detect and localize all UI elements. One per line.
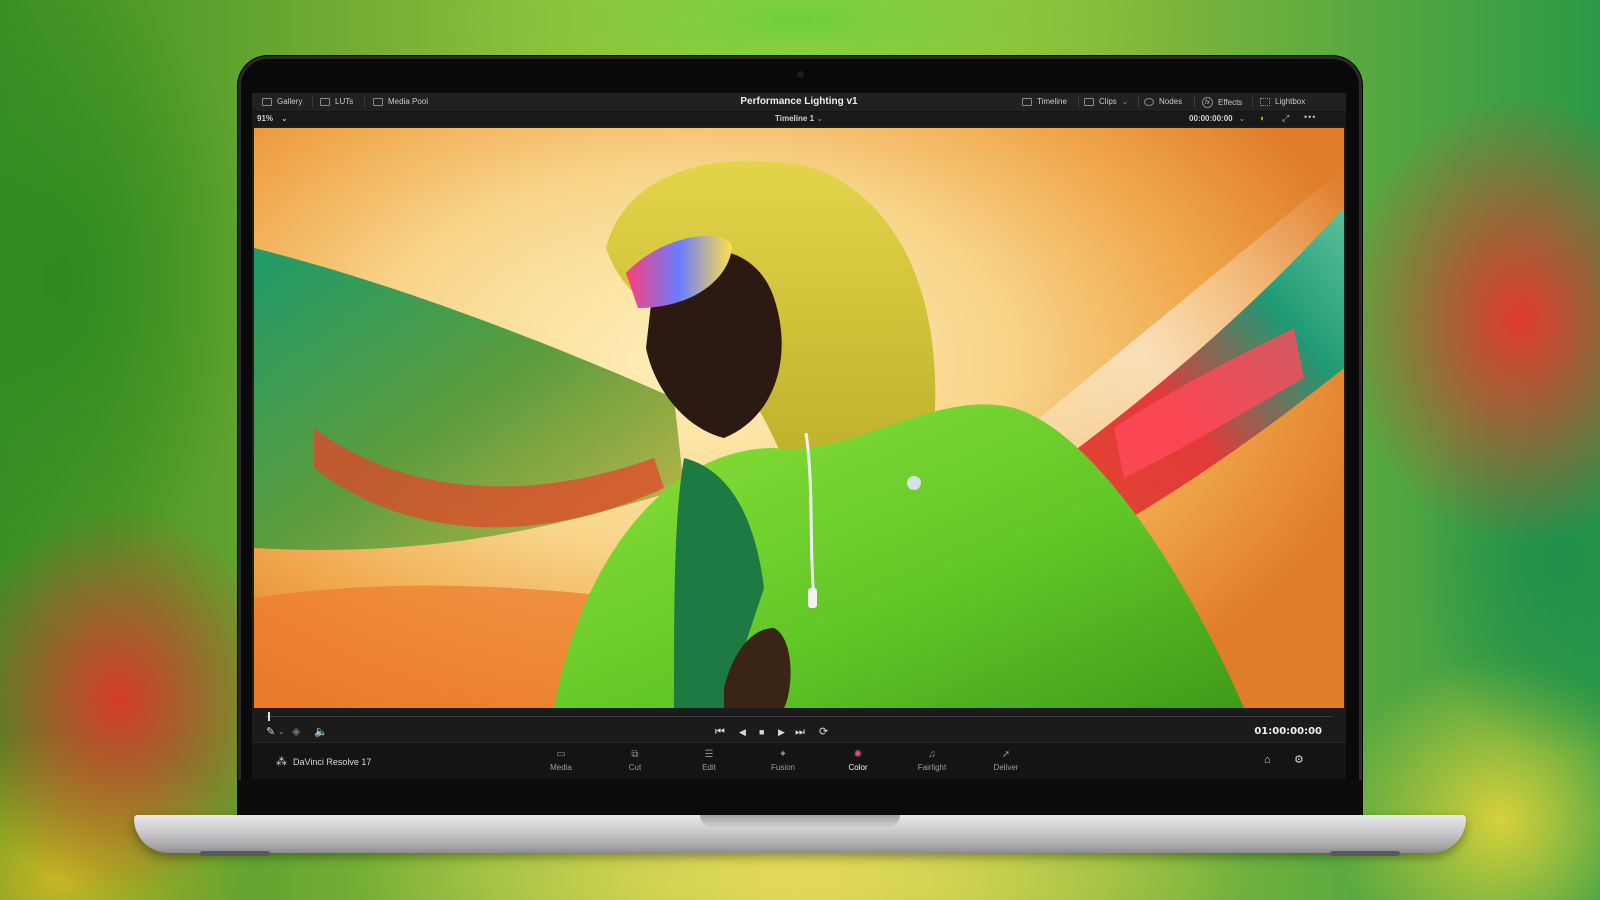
fusion-page-icon: ✦ (778, 749, 788, 760)
color-page-icon: ✺ (853, 749, 863, 760)
page-tab-cut[interactable]: ⧉ Cut (599, 747, 671, 777)
page-tab-media[interactable]: ▭ Media (525, 747, 597, 777)
gear-icon[interactable]: ⚙ (1294, 753, 1304, 766)
page-tab-edit[interactable]: ☰ Edit (673, 747, 745, 777)
davinci-logo-icon: ⁂ (276, 756, 287, 768)
nodes-label: Nodes (1159, 97, 1183, 106)
transport-controls: ✎ ⌄ ◈ 🔈 ⏮ ◀ ■ ▶ ⏭ ⟳ 01:00:00:00 (252, 722, 1346, 742)
timeline-icon (1022, 97, 1032, 106)
toolbar-divider (1078, 96, 1079, 108)
loop-icon[interactable]: ⟳ (819, 726, 828, 738)
timeline-selector[interactable]: Timeline 1 ⌄ (775, 114, 823, 123)
page-tab-label: Edit (702, 763, 716, 772)
laptop-foot (200, 851, 270, 856)
timeline-label: Timeline (1037, 97, 1067, 106)
laptop-foot (1330, 851, 1400, 856)
timeline-name: Timeline 1 (775, 114, 815, 123)
speaker-icon[interactable]: 🔈 (314, 726, 328, 738)
fullscreen-icon[interactable]: ⤢ (1282, 113, 1289, 124)
cut-page-icon: ⧉ (631, 749, 639, 760)
skip-to-start-icon[interactable]: ⏮ (715, 726, 725, 738)
page-tab-label: Color (848, 763, 868, 772)
lightbox-icon (1260, 97, 1270, 106)
source-timecode-dropdown[interactable]: 00:00:00:00 ⌄ (1189, 114, 1245, 123)
playhead[interactable] (268, 712, 270, 721)
toolbar-divider (1252, 96, 1253, 108)
viewer-frame-art (254, 160, 1344, 708)
resolve-window: Gallery LUTs Media Pool Performance Ligh… (252, 93, 1346, 779)
effects-label: Effects (1218, 98, 1243, 107)
media-page-icon: ▭ (556, 749, 566, 760)
picker-tool-icon[interactable]: ✎ (266, 726, 275, 738)
lid-bottom-bezel (238, 780, 1362, 816)
highlight-toggle-icon[interactable]: ◐ (1260, 113, 1265, 123)
play-reverse-icon[interactable]: ◀ (739, 726, 746, 738)
timeline-button[interactable]: Timeline (1022, 97, 1067, 106)
scrubber-track (266, 716, 1332, 717)
viewer-image[interactable] (254, 128, 1344, 708)
layers-icon[interactable]: ◈ (292, 726, 300, 738)
page-tab-label: Fusion (770, 763, 795, 772)
toolbar-divider (1138, 96, 1139, 108)
app-brand: ⁂ DaVinci Resolve 17 (276, 755, 371, 768)
home-icon[interactable]: ⌂ (1264, 754, 1271, 766)
record-timecode: 01:00:00:00 (1254, 726, 1322, 737)
play-icon[interactable]: ▶ (778, 726, 785, 738)
effects-button[interactable]: fx Effects (1202, 97, 1242, 108)
zoom-value: 91% (257, 114, 274, 123)
page-tab-deliver[interactable]: ➚ Deliver (970, 747, 1042, 777)
fairlight-page-icon: ♫ (928, 749, 936, 760)
brand-name: DaVinci Resolve 17 (293, 756, 372, 767)
page-navigation-bar: ⁂ DaVinci Resolve 17 ▭ Media ⧉ Cut ☰ Edi… (252, 742, 1346, 779)
page-tab-color[interactable]: ✺ Color (822, 747, 894, 777)
page-tab-fusion[interactable]: ✦ Fusion (747, 747, 819, 777)
viewer-header: 91% ⌄ Timeline 1 ⌄ 00:00:00:00 ⌄ ◐ ⤢ ••• (252, 112, 1346, 126)
chevron-down-icon: ⌄ (1121, 97, 1129, 106)
deliver-page-icon: ➚ (1001, 749, 1011, 760)
chevron-down-icon[interactable]: ⌄ (278, 726, 285, 738)
nodes-icon (1144, 97, 1154, 106)
lightbox-label: Lightbox (1275, 97, 1306, 106)
timeline-scrubber[interactable] (252, 710, 1346, 722)
page-tab-label: Fairlight (917, 763, 947, 772)
more-options-icon[interactable]: ••• (1304, 112, 1316, 122)
stop-icon[interactable]: ■ (759, 726, 764, 738)
clips-icon (1084, 97, 1094, 106)
webcam (797, 71, 804, 78)
zoom-dropdown[interactable]: 91% ⌄ (257, 114, 288, 123)
coat-button (907, 476, 921, 490)
top-toolbar: Gallery LUTs Media Pool Performance Ligh… (252, 93, 1346, 112)
page-tab-fairlight[interactable]: ♫ Fairlight (896, 747, 968, 777)
page-tab-label: Deliver (993, 763, 1019, 772)
lid-open-notch (700, 815, 900, 827)
page-tab-label: Cut (628, 763, 642, 772)
nodes-button[interactable]: Nodes (1144, 97, 1182, 106)
skip-to-end-icon[interactable]: ⏭ (795, 726, 805, 738)
toolbar-divider (1194, 96, 1195, 108)
edit-page-icon: ☰ (704, 749, 714, 760)
chevron-down-icon: ⌄ (816, 114, 823, 123)
clips-label: Clips (1099, 97, 1117, 106)
source-timecode: 00:00:00:00 (1189, 114, 1233, 123)
chevron-down-icon: ⌄ (1238, 114, 1246, 123)
earphone (808, 588, 817, 608)
page-tab-label: Media (550, 763, 572, 772)
chevron-down-icon: ⌄ (281, 114, 288, 123)
lightbox-button[interactable]: Lightbox (1260, 97, 1305, 106)
clips-button[interactable]: Clips ⌄ (1084, 97, 1128, 106)
timeline-selector-wrap: Timeline 1 ⌄ (252, 114, 1346, 123)
fx-icon: fx (1202, 97, 1213, 108)
